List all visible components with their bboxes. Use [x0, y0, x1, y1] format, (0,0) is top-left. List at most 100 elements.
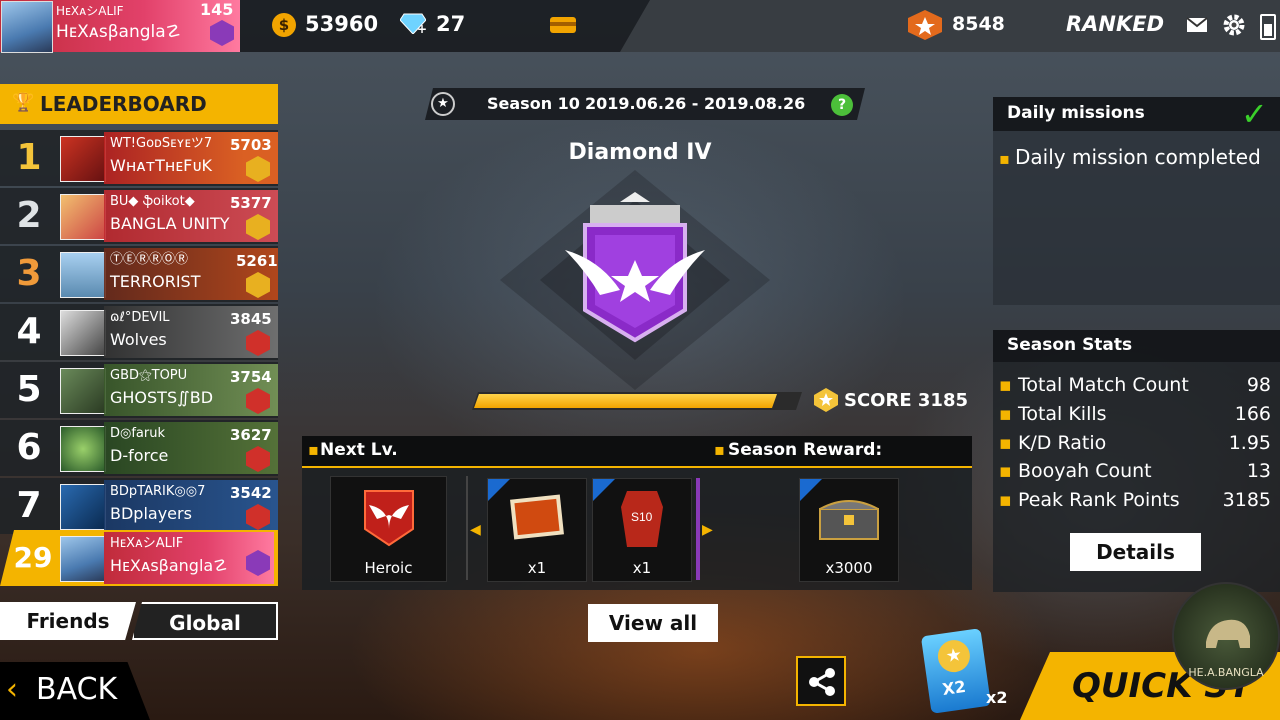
rank-points-icon: [908, 10, 942, 40]
leaderboard-row[interactable]: 3 ⓉⒺⓇⓇⓄⓇ TERRORIST 5261: [0, 246, 278, 302]
season-stats-header: Season Stats: [993, 330, 1280, 362]
self-player-name: HᴇXᴀシALIF: [110, 536, 184, 551]
stat-label: Total Kills: [1017, 403, 1107, 425]
player-avatar: [1, 1, 53, 53]
prev-arrow-icon[interactable]: ◀: [470, 522, 481, 538]
avatar: [60, 484, 106, 530]
score-label: SCORE 3185: [844, 390, 968, 411]
player-card[interactable]: HᴇXᴀシALIF 145 HᴇXᴀsβangla☡: [0, 0, 240, 53]
season-bar: ★ Season 10 2019.06.26 - 2019.08.26 ?: [425, 88, 865, 120]
daily-missions-panel: Daily missions ✓ ▪ Daily mission complet…: [993, 95, 1280, 305]
next-arrow-icon[interactable]: ▶: [702, 522, 713, 538]
player-name: ɷℓ°DEVIL: [110, 310, 170, 325]
reward-item[interactable]: x1: [487, 478, 587, 582]
self-rank-number: 29: [13, 541, 53, 574]
stat-label: Booyah Count: [1017, 460, 1152, 482]
boost-count: x2: [986, 688, 1008, 707]
guild-name: TERRORIST: [110, 272, 201, 291]
back-label: BACK: [36, 672, 118, 707]
stat-row: ▪ Peak Rank Points 3185: [999, 489, 1271, 511]
leaderboard-row[interactable]: 1 WT!GᴏᴅSᴇʏᴇツ7 WʜᴀᴛTʜᴇFᴜK 5703: [0, 130, 278, 186]
diamond-icon[interactable]: +: [399, 12, 427, 36]
tab-global[interactable]: Global: [132, 602, 278, 640]
season-stats-title: Season Stats: [1007, 335, 1133, 355]
guild-name: Wolves: [110, 330, 167, 349]
score: 5377: [230, 194, 272, 212]
mode-label[interactable]: RANKED: [1066, 12, 1164, 36]
reward-outfit-icon: S10: [621, 491, 663, 547]
daily-missions-header: Daily missions ✓: [993, 95, 1280, 133]
stat-row: ▪ Total Kills 166: [999, 403, 1271, 425]
player-name: WT!GᴏᴅSᴇʏᴇツ7: [110, 136, 213, 151]
heroic-emblem-icon: [364, 490, 414, 547]
leaderboard-row[interactable]: 4 ɷℓ°DEVIL Wolves 3845: [0, 304, 278, 360]
share-button[interactable]: [796, 656, 846, 706]
avatar: [60, 136, 106, 182]
season-reward-qty: x3000: [825, 559, 873, 577]
leaderboard-row[interactable]: 2 BU◆ ֆoikot◆ BANGLA UNITY 5377: [0, 188, 278, 244]
score: 3627: [230, 426, 272, 444]
season-stats-panel: Season Stats ▪ Total Match Count 98 ▪ To…: [993, 330, 1280, 592]
player-level: 145: [200, 0, 234, 19]
rank-number: 7: [16, 485, 42, 526]
trophy-icon: 🏆: [12, 92, 35, 113]
player-name: BDpTARIK◎◎7: [110, 484, 206, 499]
player-name: GBD⚝TOPU: [110, 368, 188, 383]
view-all-button[interactable]: View all: [588, 604, 718, 642]
leaderboard-row[interactable]: 5 GBD⚝TOPU GHOSTS∬BD 3754: [0, 362, 278, 418]
channel-watermark: HE.A.BANGLA: [1172, 582, 1280, 690]
avatar: [60, 368, 106, 414]
rank-number: 2: [16, 195, 42, 236]
season-label: Season 10: [487, 94, 580, 113]
next-level-title: Next Lv.: [320, 440, 398, 460]
guild-name: BDplayers: [110, 504, 192, 523]
stat-label: Peak Rank Points: [1017, 489, 1180, 511]
checkmark-icon: ✓: [1241, 95, 1268, 133]
gear-icon[interactable]: [1222, 13, 1246, 37]
next-level-header: ▪ Next Lv.: [302, 436, 720, 468]
mail-icon[interactable]: [1186, 16, 1208, 34]
guild-name: BANGLA UNITY: [110, 214, 230, 233]
avatar: [60, 310, 106, 356]
score: 3845: [230, 310, 272, 328]
leaderboard-title: LEADERBOARD: [40, 92, 207, 116]
season-reward-title: Season Reward:: [728, 440, 883, 460]
star-badge-icon: ★: [935, 638, 972, 675]
treasure-chest-icon: [819, 500, 879, 540]
diamond-rank-emblem-icon: [500, 170, 770, 390]
watermark-text: HE.A.BANGLA: [1188, 666, 1264, 679]
rank-number: 3: [16, 253, 42, 294]
rank-number: 1: [16, 137, 42, 178]
next-tier-tile[interactable]: Heroic: [330, 476, 447, 582]
leaderboard-row[interactable]: 7 BDpTARIK◎◎7 BDplayers 3542: [0, 478, 278, 534]
reward-card-icon: [510, 494, 564, 540]
avatar: [60, 426, 106, 472]
rank-number: 5: [16, 369, 42, 410]
stat-value: 1.95: [1228, 432, 1271, 454]
double-rank-card[interactable]: ★ X2: [920, 628, 992, 714]
back-button[interactable]: ‹ BACK: [0, 662, 150, 720]
bison-logo-icon: [1206, 619, 1250, 648]
score-badge-icon: [814, 388, 838, 412]
player-name: HᴇXᴀsβangla☡: [56, 22, 181, 42]
help-icon[interactable]: ?: [831, 94, 853, 116]
reward-item[interactable]: S10 x1: [592, 478, 692, 582]
self-guild-name: HᴇXᴀsβangla☡: [110, 556, 228, 575]
self-rank-row[interactable]: 29 HᴇXᴀシALIF HᴇXᴀsβangla☡: [0, 530, 278, 586]
rank-number: 4: [16, 311, 42, 352]
score: 5261: [236, 252, 278, 270]
reward-qty: x1: [527, 559, 547, 577]
stat-value: 98: [1246, 374, 1271, 396]
stat-row: ▪ Booyah Count 13: [999, 460, 1271, 482]
stat-label: K/D Ratio: [1017, 432, 1107, 454]
stat-value: 3185: [1222, 489, 1271, 511]
season-reward-item[interactable]: x3000: [799, 478, 899, 582]
back-arrow-icon: ‹: [6, 672, 18, 707]
details-button[interactable]: Details: [1070, 533, 1201, 571]
top-bar-right: [620, 0, 1280, 52]
diamond-amount: 27: [436, 12, 466, 36]
svg-text:+: +: [417, 22, 426, 34]
wallet-icon[interactable]: [548, 13, 578, 37]
leaderboard-row[interactable]: 6 D◎faruk D-force 3627: [0, 420, 278, 476]
tab-friends[interactable]: Friends: [0, 602, 136, 640]
